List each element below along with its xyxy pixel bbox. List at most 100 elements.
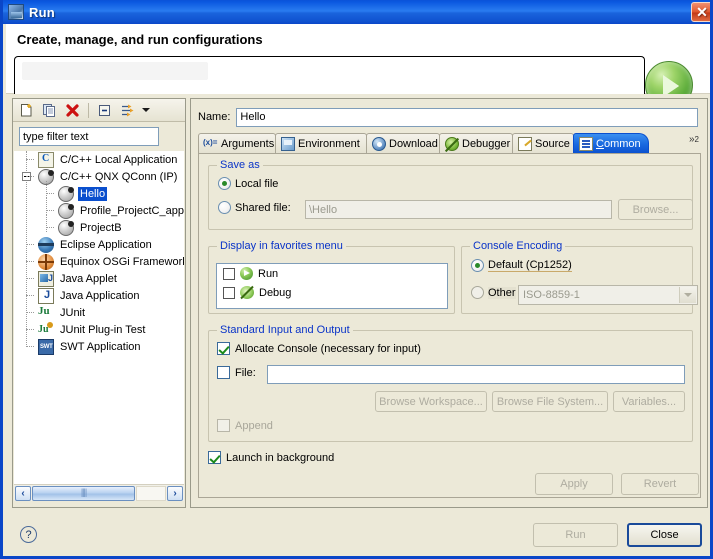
tab-environment[interactable]: Environment <box>275 133 367 154</box>
tree-item-junit-plug-in-test[interactable]: JUnit Plug-in Test <box>14 321 184 338</box>
download-icon <box>372 137 386 151</box>
scrollbar-thumb[interactable] <box>32 486 135 501</box>
radio-indicator <box>218 201 231 214</box>
tree-guide-line <box>26 244 34 245</box>
apply-button[interactable]: Apply <box>535 473 613 495</box>
encoding-select[interactable]: ISO-8859-1 <box>518 285 698 305</box>
run-button[interactable]: Run <box>533 523 618 547</box>
tree-item-equinox-osgi-framework[interactable]: Equinox OSGi Framework <box>14 253 184 270</box>
append-label: Append <box>235 420 273 432</box>
tab-label: Arguments <box>221 138 274 150</box>
shared-file-radio[interactable]: Shared file: <box>218 201 291 214</box>
title-bar: Run ✕ <box>3 0 713 24</box>
dialog-body: C/C++ Local ApplicationC/C++ QNX QConn (… <box>6 94 713 556</box>
tree-item-c-c-local-application[interactable]: C/C++ Local Application <box>14 151 184 168</box>
collapse-all-icon[interactable] <box>94 101 115 120</box>
encoding-default-radio[interactable]: Default (Cp1252) <box>471 259 572 272</box>
output-file-input[interactable] <box>267 365 685 384</box>
tab-common[interactable]: Common <box>573 133 649 154</box>
favorite-item-debug[interactable]: Debug <box>217 283 447 302</box>
shared-file-path-input[interactable] <box>305 200 612 219</box>
name-row: Name: <box>198 107 698 127</box>
save-as-title: Save as <box>217 159 263 171</box>
chevron-down-icon[interactable] <box>140 101 151 120</box>
copy-document-icon[interactable] <box>39 101 60 120</box>
checkbox-indicator <box>217 366 230 379</box>
new-document-icon[interactable] <box>16 101 37 120</box>
java-application-icon <box>38 288 54 304</box>
append-checkbox[interactable]: Append <box>217 419 273 432</box>
tab-label: Environment <box>298 138 360 150</box>
tab-download[interactable]: Download <box>366 133 440 154</box>
configuration-editor-panel: Name: »2 ArgumentsEnvironmentDownloadDeb… <box>190 98 708 508</box>
local-file-radio[interactable]: Local file <box>218 177 278 190</box>
close-icon[interactable]: ✕ <box>691 2 713 22</box>
checkbox-indicator <box>208 451 221 464</box>
tree-item-swt-application[interactable]: SWT Application <box>14 338 184 355</box>
tree-item-label: ProjectB <box>78 221 124 235</box>
standard-io-group: Standard Input and Output Allocate Conso… <box>208 330 693 442</box>
tab-debugger[interactable]: Debugger <box>439 133 513 154</box>
favorites-group: Display in favorites menu RunDebug <box>208 246 455 314</box>
chevron-down-icon[interactable] <box>679 287 696 303</box>
encoding-default-label: Default (Cp1252) <box>488 259 572 272</box>
checkbox-indicator[interactable] <box>223 268 235 280</box>
tab-source[interactable]: Source <box>512 133 574 154</box>
junit-icon <box>38 305 54 321</box>
message-area <box>14 56 645 95</box>
tree-guide-line <box>46 181 47 198</box>
browse-file-system-button[interactable]: Browse File System... <box>492 391 608 412</box>
tree-horizontal-scrollbar[interactable]: ‹ › <box>14 484 184 501</box>
help-question-icon[interactable]: ? <box>20 526 37 543</box>
tab-overflow-button[interactable]: »2 <box>689 134 699 145</box>
tab-bar: »2 Arguments Environment DownloadDebugger S… <box>198 133 701 154</box>
checkbox-indicator <box>217 342 230 355</box>
tree-item-c-c-qnx-qconn-ip[interactable]: C/C++ QNX QConn (IP) <box>14 168 184 185</box>
file-label: File: <box>235 367 256 379</box>
revert-button[interactable]: Revert <box>621 473 699 495</box>
name-label: Name: <box>198 111 230 123</box>
tree-item-java-application[interactable]: Java Application <box>14 287 184 304</box>
red-x-delete-icon[interactable] <box>62 101 83 120</box>
run-configurations-dialog: Run ✕ Create, manage, and run configurat… <box>0 0 713 559</box>
search-input[interactable] <box>19 127 159 146</box>
tree-guide-line <box>46 227 54 228</box>
tab-overflow-count: 2 <box>695 135 699 144</box>
launch-config-tree[interactable]: C/C++ Local ApplicationC/C++ QNX QConn (… <box>14 151 184 484</box>
tree-item-label: Java Application <box>58 289 142 303</box>
standard-io-title: Standard Input and Output <box>217 324 353 336</box>
tree-item-projectb[interactable]: ProjectB <box>14 219 184 236</box>
checkbox-indicator[interactable] <box>223 287 235 299</box>
swt-icon <box>38 339 54 355</box>
encoding-other-radio[interactable]: Other <box>471 286 516 299</box>
file-checkbox[interactable]: File: <box>217 366 256 379</box>
close-button[interactable]: Close <box>627 523 702 547</box>
launch-in-background-checkbox[interactable]: Launch in background <box>208 451 334 464</box>
tree-item-hello[interactable]: Hello <box>14 185 184 202</box>
scrollbar-track[interactable] <box>136 486 166 501</box>
variables-button[interactable]: Variables... <box>613 391 685 412</box>
browse-workspace-button[interactable]: Browse Workspace... <box>375 391 487 412</box>
tree-guide-line <box>46 198 47 215</box>
tab-label: Source <box>535 138 570 150</box>
tree-item-label: SWT Application <box>58 340 143 354</box>
scroll-left-arrow-icon[interactable]: ‹ <box>15 486 31 501</box>
tree-item-junit[interactable]: JUnit <box>14 304 184 321</box>
console-encoding-title: Console Encoding <box>470 240 565 252</box>
window-title: Run <box>29 5 55 20</box>
tree-item-eclipse-application[interactable]: Eclipse Application <box>14 236 184 253</box>
scroll-right-arrow-icon[interactable]: › <box>167 486 183 501</box>
tree-guide-line <box>46 215 47 232</box>
allocate-console-checkbox[interactable]: Allocate Console (necessary for input) <box>217 342 421 355</box>
tree-item-java-applet[interactable]: Java Applet <box>14 270 184 287</box>
favorites-list[interactable]: RunDebug <box>216 263 448 309</box>
tree-item-label: C/C++ Local Application <box>58 153 179 167</box>
tab-arguments[interactable]: Arguments <box>198 133 276 154</box>
configuration-name-input[interactable] <box>236 108 698 127</box>
favorite-item-run[interactable]: Run <box>217 264 447 283</box>
tab-label: Common <box>596 138 641 150</box>
filter-arrows-icon[interactable] <box>117 101 138 120</box>
tree-item-profile-projectc-app[interactable]: Profile_ProjectC_app <box>14 202 184 219</box>
tree-toolbar <box>13 99 185 122</box>
browse-shared-location-button[interactable]: Browse... <box>618 199 693 220</box>
